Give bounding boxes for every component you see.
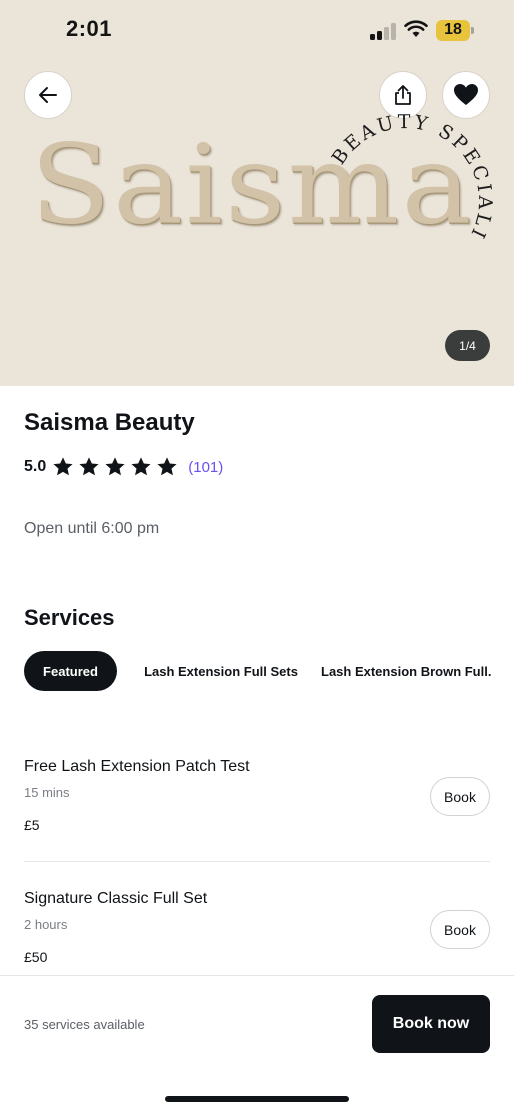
photo-counter: 1/4 [445,330,490,361]
rating-row[interactable]: 5.0 (101) [24,455,223,479]
service-price: £50 [24,949,48,965]
service-name: Signature Classic Full Set [24,890,208,907]
tab-lash-extension-brown-full[interactable]: Lash Extension Brown Full... [321,651,491,691]
rating-stars [52,456,182,478]
star-icon [157,457,177,476]
service-item[interactable]: Signature Classic Full Set 2 hours £50 B… [24,890,490,980]
star-icon [79,457,99,476]
logo-tagline-arc: BEAUTY SPECIALIST [312,91,493,244]
tab-lash-extension-full-sets[interactable]: Lash Extension Full Sets [141,651,301,691]
cellular-signal-icon [370,22,398,40]
bottom-action-bar: 35 services available Book now [0,975,514,1112]
star-icon [105,457,125,476]
hero-image[interactable]: 2:01 18 Saisma BEAUTY SPECIALIST 1/4 [0,0,514,386]
book-button[interactable]: Book [430,910,490,949]
wifi-icon [404,20,428,37]
book-now-button[interactable]: Book now [372,995,490,1053]
battery-level: 18 [444,21,462,38]
star-icon [53,457,73,476]
review-count-link[interactable]: (101) [188,459,223,476]
service-category-tabs[interactable]: Featured Lash Extension Full Sets Lash E… [24,651,514,691]
book-button[interactable]: Book [430,777,490,816]
tab-featured[interactable]: Featured [24,651,117,691]
opening-hours[interactable]: Open until 6:00 pm [24,520,159,538]
service-duration: 2 hours [24,917,68,932]
service-duration: 15 mins [24,785,70,800]
business-name: Saisma Beauty [24,409,195,436]
divider [24,861,490,862]
service-price: £5 [24,817,40,833]
battery-icon: 18 [436,20,474,41]
star-icon [131,457,151,476]
svg-text:BEAUTY SPECIALIST: BEAUTY SPECIALIST [312,91,496,244]
rating-value: 5.0 [24,458,47,475]
brand-logo: Saisma BEAUTY SPECIALIST [0,91,514,260]
status-bar: 2:01 18 [0,0,514,60]
logo-tagline: BEAUTY SPECIALIST [312,91,493,244]
service-item[interactable]: Free Lash Extension Patch Test 15 mins £… [24,758,490,848]
status-time: 2:01 [66,16,113,41]
home-indicator[interactable] [165,1096,349,1102]
services-heading: Services [24,605,115,630]
services-available-count: 35 services available [24,1017,145,1032]
service-name: Free Lash Extension Patch Test [24,758,250,775]
